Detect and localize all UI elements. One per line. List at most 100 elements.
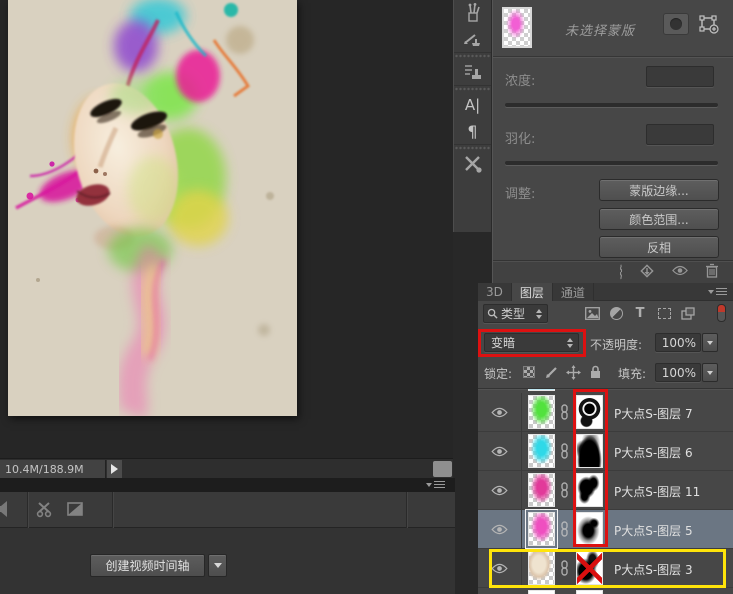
- density-slider[interactable]: [505, 103, 718, 107]
- lock-pixels-brush-icon[interactable]: [542, 363, 560, 381]
- opacity-dropdown-arrow[interactable]: [702, 333, 718, 352]
- mask-link-chain-icon[interactable]: [559, 404, 570, 420]
- layer-thumbnail[interactable]: [528, 395, 555, 429]
- layer-mask-thumbnail[interactable]: [576, 473, 603, 507]
- delete-mask-trash-icon[interactable]: [705, 263, 719, 281]
- mask-link-chain-icon[interactable]: [559, 482, 570, 498]
- add-pixel-mask-button[interactable]: [663, 13, 689, 35]
- blend-mode-dropdown[interactable]: 变暗: [484, 333, 579, 352]
- fill-dropdown-arrow[interactable]: [702, 363, 718, 382]
- strip-divider-grip: [454, 52, 491, 59]
- disable-mask-eye-icon[interactable]: [672, 265, 688, 279]
- strip-divider-grip: [454, 85, 491, 92]
- document-size-readout[interactable]: 10.4M/188.9M: [0, 460, 106, 478]
- layer-row[interactable]: P大点S-图层 6: [478, 432, 733, 471]
- invert-button[interactable]: 反相: [599, 236, 719, 258]
- audio-mute-icon[interactable]: [0, 500, 10, 518]
- layer-name[interactable]: P大点S-图层 7: [614, 405, 693, 422]
- feather-slider[interactable]: [505, 161, 718, 165]
- mask-status-text: 未选择蒙版: [565, 20, 635, 39]
- clone-source-panel-icon[interactable]: [454, 59, 491, 85]
- density-label: 浓度:: [505, 70, 535, 89]
- timeline-mode-dropdown-button[interactable]: [208, 554, 227, 577]
- layer-row[interactable]: P大点S-图层 5: [478, 510, 733, 549]
- paragraph-panel-icon[interactable]: ¶: [454, 118, 491, 144]
- lock-row: 锁定: 填充: 100%: [478, 357, 733, 387]
- mask-edge-label: 蒙版边缘...: [629, 182, 688, 199]
- mask-edge-button[interactable]: 蒙版边缘...: [599, 179, 719, 201]
- layer-visibility-eye-icon[interactable]: [478, 510, 522, 549]
- layer-visibility-eye-icon[interactable]: [478, 393, 522, 432]
- divider: [493, 56, 733, 57]
- timeline-panel-menu-icon[interactable]: [426, 481, 445, 488]
- filter-type-layers-icon[interactable]: T: [630, 305, 650, 322]
- layers-list: P大点S-图层 7 P大点S-图层 6 P大点S-图层 11: [478, 388, 733, 594]
- character-panel-icon[interactable]: A|: [454, 92, 491, 118]
- pixel-mask-icon: [670, 18, 682, 30]
- layer-thumbnail[interactable]: [528, 434, 555, 468]
- add-vector-mask-button[interactable]: [696, 13, 722, 35]
- layer-visibility-eye-icon[interactable]: [478, 549, 522, 588]
- lock-all-icon[interactable]: [586, 363, 604, 381]
- filter-pixel-layers-icon[interactable]: [582, 305, 602, 322]
- lock-position-icon[interactable]: [564, 363, 582, 381]
- layer-mask-thumbnail[interactable]: [576, 512, 603, 546]
- load-selection-from-mask-icon[interactable]: [620, 265, 622, 279]
- split-clip-scissors-icon[interactable]: [36, 500, 54, 518]
- opacity-value: 100%: [662, 336, 696, 350]
- layer-name[interactable]: P大点S-图层 6: [614, 444, 693, 461]
- create-video-timeline-button[interactable]: 创建视频时间轴: [90, 554, 205, 577]
- document-status-bar: 10.4M/188.9M: [0, 458, 453, 478]
- layer-mask-thumbnail[interactable]: [576, 395, 603, 429]
- filter-adjustment-layers-icon[interactable]: [606, 305, 626, 322]
- layer-row[interactable]: P大点S-图层 7: [478, 393, 733, 432]
- layer-thumbnail[interactable]: [528, 473, 555, 507]
- mask-link-chain-icon[interactable]: [559, 560, 570, 576]
- timeline-content: 创建视频时间轴: [0, 529, 455, 594]
- layer-mask-thumbnail-crossed[interactable]: [576, 551, 603, 585]
- layers-panel: 3D 图层 通道 类型 T: [478, 283, 733, 594]
- layer-name[interactable]: P大点S-图层 5: [614, 522, 693, 539]
- layer-visibility-eye-icon[interactable]: [478, 432, 522, 471]
- fill-value-box[interactable]: 100%: [655, 363, 701, 382]
- layer-mask-thumbnail[interactable]: [576, 434, 603, 468]
- brush-presets-panel-icon[interactable]: [454, 26, 491, 52]
- timeline-panel-header: [0, 478, 455, 492]
- layer-row[interactable]: P大点S-图层 11: [478, 471, 733, 510]
- layer-thumbnail[interactable]: [528, 551, 555, 585]
- filter-shape-layers-icon[interactable]: [654, 305, 674, 322]
- artwork-image: [8, 0, 297, 416]
- dropdown-updown-icon: [536, 309, 542, 319]
- density-input[interactable]: [646, 66, 714, 87]
- horizontal-scrollbar-thumb[interactable]: [433, 461, 452, 477]
- tab-layers[interactable]: 图层: [512, 283, 553, 301]
- canvas-area[interactable]: [0, 0, 453, 458]
- mask-link-chain-icon[interactable]: [559, 521, 570, 537]
- apply-mask-icon[interactable]: [639, 263, 655, 282]
- layer-name[interactable]: P大点S-图层 11: [614, 483, 700, 500]
- color-range-label: 颜色范围...: [629, 211, 688, 228]
- flyout-arrow-icon: [111, 464, 118, 474]
- mask-link-chain-icon[interactable]: [559, 443, 570, 459]
- layer-filter-toggle-switch[interactable]: [717, 304, 726, 322]
- filter-smart-objects-icon[interactable]: [678, 305, 698, 322]
- mask-preview-thumbnail[interactable]: [502, 7, 532, 48]
- layer-thumbnail[interactable]: [528, 512, 555, 546]
- dropdown-updown-icon: [567, 338, 573, 348]
- brush-settings-panel-icon[interactable]: [454, 0, 491, 26]
- layer-visibility-eye-icon[interactable]: [478, 471, 522, 510]
- tab-3d[interactable]: 3D: [478, 283, 512, 301]
- transition-icon[interactable]: [66, 500, 84, 518]
- layer-row[interactable]: P大点S-图层 3: [478, 549, 733, 588]
- opacity-label: 不透明度:: [590, 336, 642, 353]
- layer-name[interactable]: P大点S-图层 3: [614, 561, 693, 578]
- tool-presets-panel-icon[interactable]: [454, 151, 491, 177]
- layers-panel-menu-icon[interactable]: [708, 288, 727, 295]
- color-range-button[interactable]: 颜色范围...: [599, 208, 719, 230]
- filter-type-dropdown[interactable]: 类型: [483, 304, 548, 323]
- tab-channels[interactable]: 通道: [553, 283, 594, 301]
- opacity-value-box[interactable]: 100%: [655, 333, 701, 352]
- lock-transparency-icon[interactable]: [520, 363, 538, 381]
- feather-input[interactable]: [646, 124, 714, 145]
- status-flyout-button[interactable]: [107, 460, 122, 478]
